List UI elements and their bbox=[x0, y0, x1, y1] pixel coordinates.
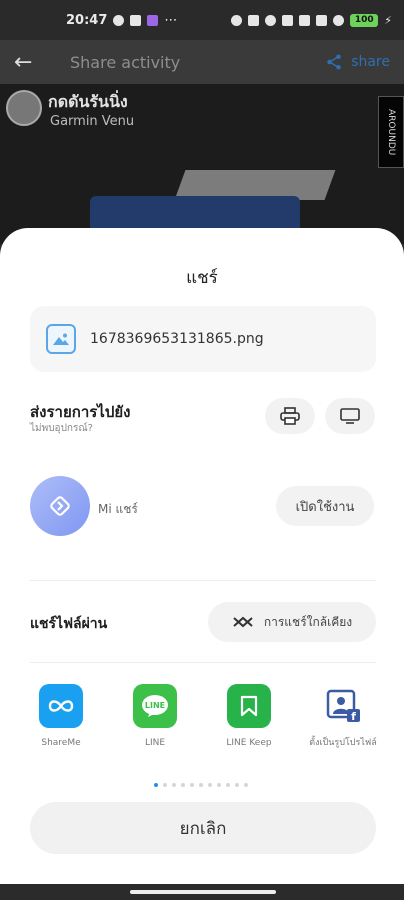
vibrate-icon bbox=[248, 14, 260, 26]
page-dot bbox=[154, 783, 158, 787]
charging-icon: ⚡ bbox=[384, 13, 392, 27]
svg-text:LINE: LINE bbox=[145, 701, 165, 710]
svg-text:f: f bbox=[351, 710, 356, 723]
share-target-facebook-profile[interactable]: f ตั้งเป็นรูปโปรไฟล์ bbox=[308, 684, 378, 750]
file-preview-card: 1678369653131865.png bbox=[30, 306, 376, 372]
share-button[interactable]: share bbox=[325, 53, 390, 71]
status-time: 20:47 bbox=[66, 12, 108, 28]
signal-1-icon bbox=[299, 14, 311, 26]
app-label: LINE bbox=[144, 738, 166, 748]
share-sheet: แชร์ 1678369653131865.png ส่งรายการไปยัง… bbox=[0, 228, 404, 900]
share-via-title: แชร์ไฟล์ผ่าน bbox=[30, 616, 108, 632]
enable-mi-share-button[interactable]: เปิดใช้งาน bbox=[276, 486, 374, 526]
sheet-title: แชร์ bbox=[186, 268, 218, 288]
nearby-share-button[interactable]: การแชร์ใกล้เคียง bbox=[208, 602, 376, 642]
signal-2-icon bbox=[316, 14, 328, 26]
home-indicator[interactable] bbox=[130, 890, 276, 894]
page-dot bbox=[163, 783, 167, 787]
app-bar: ← Share activity share bbox=[0, 40, 404, 84]
device-name: Garmin Venu bbox=[50, 114, 135, 129]
nearby-share-label: การแชร์ใกล้เคียง bbox=[263, 614, 353, 629]
alarm-icon bbox=[265, 14, 277, 26]
user-name: กดดันรันนิ่ง bbox=[48, 92, 128, 111]
image-file-icon bbox=[46, 324, 76, 354]
facebook-profile-icon: f bbox=[321, 684, 365, 728]
line-keep-icon bbox=[227, 684, 271, 728]
activity-preview: กดดันรันนิ่ง Garmin Venu AROUNDU bbox=[0, 84, 404, 244]
share-label: share bbox=[351, 54, 390, 70]
page-dot bbox=[181, 783, 185, 787]
page-dot bbox=[190, 783, 194, 787]
wifi-icon bbox=[333, 14, 345, 26]
printer-icon bbox=[280, 407, 300, 425]
chat-notification-icon bbox=[113, 14, 125, 26]
shareme-icon bbox=[39, 684, 83, 728]
avatar bbox=[6, 90, 42, 126]
cancel-button[interactable]: ยกเลิก bbox=[30, 802, 376, 854]
page-title: Share activity bbox=[70, 52, 181, 72]
battery-icon: 100 bbox=[350, 13, 379, 27]
app-label: ตั้งเป็นรูปโปรไฟล์ bbox=[309, 738, 377, 748]
around-tag: AROUNDU bbox=[378, 96, 404, 168]
status-bar: 20:47 ⋯ 100 ⚡ bbox=[0, 0, 404, 40]
app-label: LINE Keep bbox=[226, 738, 272, 748]
nearby-share-icon bbox=[233, 616, 253, 628]
divider bbox=[30, 662, 376, 663]
share-target-line-keep[interactable]: LINE Keep bbox=[214, 684, 284, 750]
share-target-line[interactable]: LINE LINE bbox=[120, 684, 190, 750]
page-indicator bbox=[154, 783, 248, 787]
page-dot bbox=[226, 783, 230, 787]
mi-share-label: Mi แชร์ bbox=[98, 502, 138, 516]
page-dot bbox=[235, 783, 239, 787]
app-label: ShareMe bbox=[41, 738, 81, 748]
divider bbox=[30, 580, 376, 581]
page-dot bbox=[199, 783, 203, 787]
print-button[interactable] bbox=[265, 398, 315, 434]
back-arrow-icon[interactable]: ← bbox=[14, 50, 44, 75]
file-name: 1678369653131865.png bbox=[90, 331, 264, 347]
navigation-bar bbox=[0, 884, 404, 900]
line-icon: LINE bbox=[133, 684, 177, 728]
mi-share-icon[interactable] bbox=[30, 476, 90, 536]
b-notification-icon bbox=[130, 14, 142, 26]
page-dot bbox=[244, 783, 248, 787]
nfc-icon bbox=[282, 14, 294, 26]
bluetooth-icon bbox=[231, 14, 243, 26]
page-dot bbox=[217, 783, 221, 787]
monitor-icon bbox=[340, 408, 360, 424]
share-icon bbox=[327, 54, 341, 70]
share-target-shareme[interactable]: ShareMe bbox=[26, 684, 96, 750]
more-notifications-icon: ⋯ bbox=[164, 12, 179, 28]
viber-notification-icon bbox=[147, 14, 159, 26]
page-dot bbox=[172, 783, 176, 787]
no-device-link[interactable]: ไม่พบอุปกรณ์? bbox=[30, 421, 93, 436]
cast-screen-button[interactable] bbox=[325, 398, 375, 434]
page-dot bbox=[208, 783, 212, 787]
